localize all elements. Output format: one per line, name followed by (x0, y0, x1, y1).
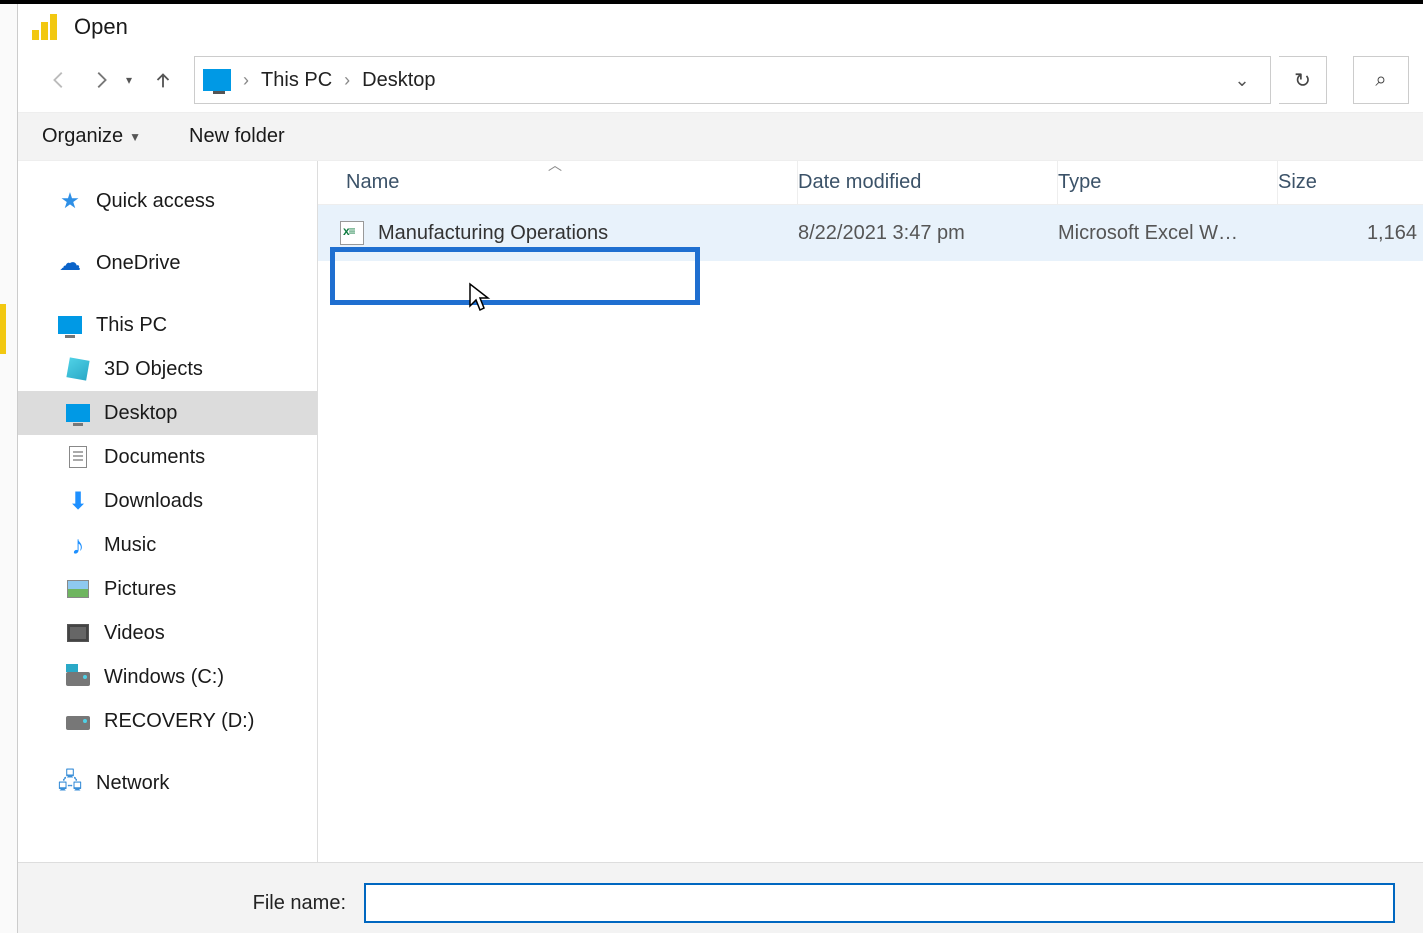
sidebar-item-documents[interactable]: Documents (18, 435, 317, 479)
monitor-icon (66, 401, 90, 425)
sidebar-item-onedrive[interactable]: ☁ OneDrive (18, 241, 317, 285)
monitor-icon (58, 313, 82, 337)
sidebar-item-label: Downloads (104, 490, 203, 513)
drive-icon (66, 709, 90, 733)
column-header-size[interactable]: Size (1278, 161, 1423, 204)
refresh-button[interactable]: ↻ (1279, 56, 1327, 104)
column-header-type[interactable]: Type (1058, 161, 1278, 204)
video-icon (66, 621, 90, 645)
navigation-tree: ★ Quick access ☁ OneDrive This PC 3D Obj… (18, 161, 318, 862)
breadcrumb-thispc[interactable]: This PC (261, 69, 332, 92)
dialog-titlebar: Open (18, 4, 1423, 52)
column-label: Name (346, 171, 399, 194)
sidebar-item-label: Quick access (96, 190, 215, 213)
sidebar-item-label: Desktop (104, 402, 177, 425)
powerbi-icon (32, 14, 58, 40)
sidebar-item-label: Music (104, 534, 156, 557)
cloud-icon: ☁ (58, 251, 82, 275)
sidebar-item-label: OneDrive (96, 252, 180, 275)
nav-history-dropdown[interactable]: ▾ (126, 73, 132, 87)
sidebar-item-label: 3D Objects (104, 358, 203, 381)
sort-caret-icon: ︿ (548, 161, 562, 175)
cube-icon (66, 357, 90, 381)
file-size: 1,164 (1278, 222, 1423, 245)
app-left-rail (0, 4, 18, 933)
filename-input[interactable] (364, 883, 1395, 923)
caret-down-icon: ▼ (129, 130, 141, 144)
star-icon: ★ (58, 189, 82, 213)
sidebar-item-label: Network (96, 772, 169, 795)
open-dialog: Open ▾ › This PC › Desktop ⌄ ↻ ⌕ Organiz… (18, 4, 1423, 933)
organize-menu[interactable]: Organize ▼ (42, 125, 141, 148)
sidebar-item-desktop[interactable]: Desktop (18, 391, 317, 435)
column-header-date[interactable]: Date modified (798, 161, 1058, 204)
chevron-right-icon[interactable]: › (243, 70, 249, 91)
address-dropdown[interactable]: ⌄ (1222, 57, 1262, 103)
column-header-name[interactable]: Name ︿ (318, 161, 798, 204)
search-box[interactable]: ⌕ (1353, 56, 1409, 104)
file-row[interactable]: Manufacturing Operations 8/22/2021 3:47 … (318, 205, 1423, 261)
excel-icon (340, 221, 364, 245)
column-label: Size (1278, 171, 1317, 194)
column-label: Type (1058, 171, 1101, 194)
sidebar-item-pictures[interactable]: Pictures (18, 567, 317, 611)
sidebar-item-quickaccess[interactable]: ★ Quick access (18, 179, 317, 223)
file-date: 8/22/2021 3:47 pm (798, 222, 1058, 245)
new-folder-button[interactable]: New folder (189, 125, 285, 148)
file-name: Manufacturing Operations (378, 222, 608, 245)
sidebar-item-label: This PC (96, 314, 167, 337)
sidebar-item-3dobjects[interactable]: 3D Objects (18, 347, 317, 391)
network-icon: 🖧 (58, 771, 82, 795)
thispc-icon (203, 69, 231, 91)
sidebar-item-label: Documents (104, 446, 205, 469)
address-bar[interactable]: › This PC › Desktop ⌄ (194, 56, 1271, 104)
sidebar-item-videos[interactable]: Videos (18, 611, 317, 655)
navigation-row: ▾ › This PC › Desktop ⌄ ↻ ⌕ (18, 52, 1423, 112)
toolbar: Organize ▼ New folder (18, 112, 1423, 161)
sidebar-item-drive-d[interactable]: RECOVERY (D:) (18, 699, 317, 743)
sidebar-item-music[interactable]: ♪ Music (18, 523, 317, 567)
chevron-right-icon[interactable]: › (344, 70, 350, 91)
sidebar-item-label: Pictures (104, 578, 176, 601)
sidebar-item-downloads[interactable]: ⬇ Downloads (18, 479, 317, 523)
breadcrumb-desktop[interactable]: Desktop (362, 69, 435, 92)
drive-icon (66, 665, 90, 689)
nav-up-button[interactable] (146, 63, 180, 97)
document-icon (66, 445, 90, 469)
column-headers: Name ︿ Date modified Type Size (318, 161, 1423, 205)
sidebar-item-thispc[interactable]: This PC (18, 303, 317, 347)
column-label: Date modified (798, 171, 921, 194)
filename-label: File name: (46, 892, 346, 915)
nav-back-button[interactable] (42, 63, 76, 97)
file-list: Name ︿ Date modified Type Size Manufactu… (318, 161, 1423, 862)
organize-label: Organize (42, 125, 123, 148)
file-type: Microsoft Excel W… (1058, 222, 1278, 245)
dialog-title: Open (74, 14, 128, 40)
sidebar-item-network[interactable]: 🖧 Network (18, 761, 317, 805)
sidebar-item-label: RECOVERY (D:) (104, 710, 254, 733)
download-icon: ⬇ (66, 489, 90, 513)
music-icon: ♪ (66, 533, 90, 557)
sidebar-item-drive-c[interactable]: Windows (C:) (18, 655, 317, 699)
dialog-footer: File name: (18, 863, 1423, 933)
sidebar-item-label: Windows (C:) (104, 666, 224, 689)
nav-forward-button[interactable] (84, 63, 118, 97)
picture-icon (66, 577, 90, 601)
sidebar-item-label: Videos (104, 622, 165, 645)
